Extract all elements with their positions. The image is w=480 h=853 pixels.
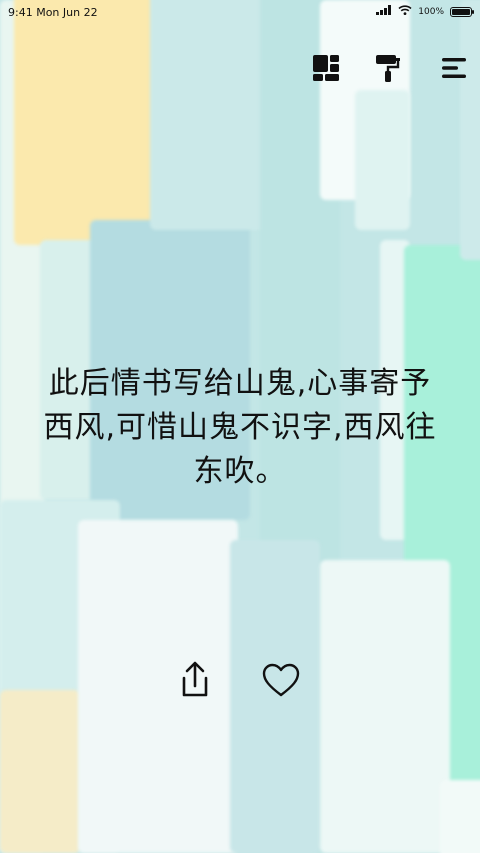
wifi-icon xyxy=(398,5,412,18)
status-bar: 9:41 Mon Jun 22 100% xyxy=(0,0,480,24)
layout-grid-icon xyxy=(311,53,341,87)
status-indicators: 100% xyxy=(376,5,474,18)
share-button[interactable] xyxy=(173,660,217,704)
cellular-signal-icon xyxy=(376,5,392,18)
clock-date: Mon Jun 22 xyxy=(36,6,98,19)
battery-icon xyxy=(450,6,474,17)
status-time: 9:41 Mon Jun 22 xyxy=(8,6,98,19)
like-button[interactable] xyxy=(259,660,303,704)
paint-roller-icon xyxy=(373,52,403,88)
menu-button[interactable] xyxy=(436,52,472,88)
theme-button[interactable] xyxy=(370,52,406,88)
quote-text: 此后情书写给山鬼,心事寄予西风,可惜山鬼不识字,西风往东吹。 xyxy=(43,366,437,489)
battery-fill xyxy=(452,8,470,15)
menu-icon xyxy=(439,53,469,87)
heart-icon xyxy=(261,662,301,702)
battery-percent: 100% xyxy=(418,6,444,17)
clock-time: 9:41 xyxy=(8,6,33,19)
share-icon xyxy=(177,660,213,704)
layout-button[interactable] xyxy=(308,52,344,88)
